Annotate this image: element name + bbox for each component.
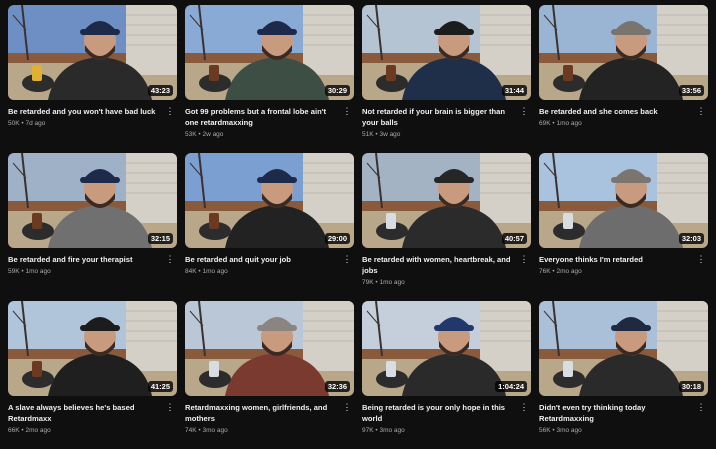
- video-info: Be retarded and quit your job 84K • 1mo …: [185, 248, 354, 276]
- video-title[interactable]: Not retarded if your brain is bigger tha…: [362, 106, 515, 128]
- video-title[interactable]: Be retarded and she comes back: [539, 106, 692, 117]
- video-card-7[interactable]: 40:57 Be retarded with women, heartbreak…: [362, 153, 531, 301]
- video-duration: 29:00: [324, 233, 350, 244]
- video-thumbnail[interactable]: 43:23: [8, 5, 177, 100]
- video-thumbnail[interactable]: 32:15: [8, 153, 177, 248]
- video-title[interactable]: Be retarded with women, heartbreak, and …: [362, 254, 515, 276]
- video-title[interactable]: Be retarded and quit your job: [185, 254, 338, 265]
- video-meta: 66K • 2mo ago: [8, 427, 51, 434]
- more-vert-icon[interactable]: ⋮: [519, 107, 529, 117]
- video-title[interactable]: Everyone thinks I'm retarded: [539, 254, 692, 265]
- video-info: Everyone thinks I'm retarded 76K • 2mo a…: [539, 248, 708, 276]
- video-card-12[interactable]: 30:18 Didn't even try thinking today Ret…: [539, 301, 708, 449]
- video-meta: 79K • 1mo ago: [362, 279, 405, 286]
- video-card-4[interactable]: 33:56 Be retarded and she comes back 69K…: [539, 5, 708, 153]
- video-info: Be retarded with women, heartbreak, and …: [362, 248, 531, 287]
- video-duration: 31:44: [501, 85, 527, 96]
- video-duration: 32:15: [147, 233, 173, 244]
- video-title[interactable]: Retardmaxxing women, girlfriends, and mo…: [185, 402, 338, 424]
- video-duration: 1:04:24: [495, 381, 527, 392]
- video-grid: 43:23 Be retarded and you won't have bad…: [8, 5, 708, 449]
- video-duration: 40:57: [501, 233, 527, 244]
- video-duration: 30:29: [324, 85, 350, 96]
- more-vert-icon[interactable]: ⋮: [519, 403, 529, 413]
- more-vert-icon[interactable]: ⋮: [165, 403, 175, 413]
- more-vert-icon[interactable]: ⋮: [342, 107, 352, 117]
- video-duration: 30:18: [678, 381, 704, 392]
- video-meta: 51K • 3w ago: [362, 131, 401, 138]
- video-info: A slave always believes he's based Retar…: [8, 396, 177, 435]
- more-vert-icon[interactable]: ⋮: [696, 107, 706, 117]
- video-info: Being retarded is your only hope in this…: [362, 396, 531, 435]
- video-duration: 32:03: [678, 233, 704, 244]
- video-meta: 50K • 7d ago: [8, 120, 46, 127]
- video-title[interactable]: Be retarded and fire your therapist: [8, 254, 161, 265]
- video-info: Didn't even try thinking today Retardmax…: [539, 396, 708, 435]
- video-info: Be retarded and you won't have bad luck …: [8, 100, 177, 128]
- video-card-2[interactable]: 30:29 Got 99 problems but a frontal lobe…: [185, 5, 354, 153]
- more-vert-icon[interactable]: ⋮: [696, 255, 706, 265]
- more-vert-icon[interactable]: ⋮: [342, 403, 352, 413]
- video-card-6[interactable]: 29:00 Be retarded and quit your job 84K …: [185, 153, 354, 301]
- video-thumbnail[interactable]: 30:29: [185, 5, 354, 100]
- video-meta: 53K • 2w ago: [185, 131, 224, 138]
- video-title[interactable]: A slave always believes he's based Retar…: [8, 402, 161, 424]
- video-meta: 97K • 3mo ago: [362, 427, 405, 434]
- video-title[interactable]: Being retarded is your only hope in this…: [362, 402, 515, 424]
- video-thumbnail[interactable]: 30:18: [539, 301, 708, 396]
- video-title[interactable]: Be retarded and you won't have bad luck: [8, 106, 161, 117]
- video-card-3[interactable]: 31:44 Not retarded if your brain is bigg…: [362, 5, 531, 153]
- video-meta: 69K • 1mo ago: [539, 120, 582, 127]
- more-vert-icon[interactable]: ⋮: [165, 107, 175, 117]
- video-info: Retardmaxxing women, girlfriends, and mo…: [185, 396, 354, 435]
- video-duration: 43:23: [147, 85, 173, 96]
- video-info: Be retarded and she comes back 69K • 1mo…: [539, 100, 708, 128]
- video-meta: 56K • 3mo ago: [539, 427, 582, 434]
- video-thumbnail[interactable]: 33:56: [539, 5, 708, 100]
- video-card-9[interactable]: 41:25 A slave always believes he's based…: [8, 301, 177, 449]
- video-thumbnail[interactable]: 1:04:24: [362, 301, 531, 396]
- video-thumbnail[interactable]: 41:25: [8, 301, 177, 396]
- video-card-10[interactable]: 32:36 Retardmaxxing women, girlfriends, …: [185, 301, 354, 449]
- video-thumbnail[interactable]: 31:44: [362, 5, 531, 100]
- video-meta: 84K • 1mo ago: [185, 268, 228, 275]
- video-card-1[interactable]: 43:23 Be retarded and you won't have bad…: [8, 5, 177, 153]
- more-vert-icon[interactable]: ⋮: [519, 255, 529, 265]
- video-thumbnail[interactable]: 40:57: [362, 153, 531, 248]
- more-vert-icon[interactable]: ⋮: [696, 403, 706, 413]
- video-duration: 32:36: [324, 381, 350, 392]
- video-info: Not retarded if your brain is bigger tha…: [362, 100, 531, 139]
- video-info: Be retarded and fire your therapist 59K …: [8, 248, 177, 276]
- video-meta: 74K • 3mo ago: [185, 427, 228, 434]
- video-card-11[interactable]: 1:04:24 Being retarded is your only hope…: [362, 301, 531, 449]
- video-thumbnail[interactable]: 32:36: [185, 301, 354, 396]
- video-duration: 41:25: [147, 381, 173, 392]
- video-thumbnail[interactable]: 29:00: [185, 153, 354, 248]
- video-thumbnail[interactable]: 32:03: [539, 153, 708, 248]
- video-title[interactable]: Didn't even try thinking today Retardmax…: [539, 402, 692, 424]
- video-card-5[interactable]: 32:15 Be retarded and fire your therapis…: [8, 153, 177, 301]
- more-vert-icon[interactable]: ⋮: [342, 255, 352, 265]
- video-meta: 59K • 1mo ago: [8, 268, 51, 275]
- video-info: Got 99 problems but a frontal lobe ain't…: [185, 100, 354, 139]
- video-meta: 76K • 2mo ago: [539, 268, 582, 275]
- video-card-8[interactable]: 32:03 Everyone thinks I'm retarded 76K •…: [539, 153, 708, 301]
- video-duration: 33:56: [678, 85, 704, 96]
- more-vert-icon[interactable]: ⋮: [165, 255, 175, 265]
- video-title[interactable]: Got 99 problems but a frontal lobe ain't…: [185, 106, 338, 128]
